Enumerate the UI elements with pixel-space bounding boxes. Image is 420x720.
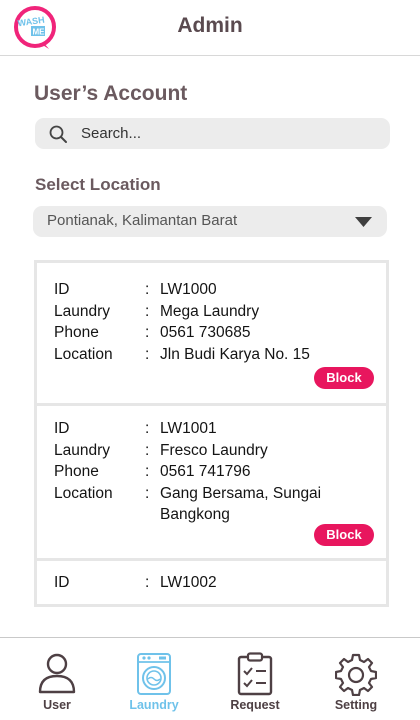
laundry-name: Fresco Laundry <box>160 441 268 459</box>
account-location-row: Location : Jln Budi Karya No. 15 <box>54 344 386 366</box>
phone-label: Phone <box>54 463 99 480</box>
search-input[interactable] <box>81 118 371 149</box>
colon-separator: : <box>145 345 150 363</box>
laundry-label: Laundry <box>54 441 111 459</box>
location-dropdown[interactable]: Pontianak, Kalimantan Barat <box>33 206 387 237</box>
app-header: WASH ME Admin <box>0 0 420 56</box>
chevron-down-icon <box>355 217 372 227</box>
account-location-row: Location : Gang Bersama, Sungai Bangkong <box>54 483 386 526</box>
search-icon <box>49 125 67 143</box>
location-label: Location <box>54 345 113 363</box>
colon-separator: : <box>145 441 150 459</box>
location-selected-value: Pontianak, Kalimantan Barat <box>47 212 238 229</box>
account-laundry-row: Laundry : Fresco Laundry <box>54 440 386 462</box>
account-card: ID : LW1002 <box>37 561 386 594</box>
nav-label-request: Request <box>230 698 280 712</box>
washing-machine-icon <box>137 653 171 695</box>
colon-separator: : <box>145 420 150 437</box>
block-button[interactable]: Block <box>314 524 374 546</box>
laundry-address: Gang Bersama, Sungai Bangkong <box>160 484 322 524</box>
gear-icon <box>335 653 377 696</box>
account-id: LW1002 <box>160 574 217 591</box>
account-id-row: ID : LW1002 <box>54 572 386 594</box>
phone-label: Phone <box>54 324 99 341</box>
bottom-nav: User Laundry Request Setting <box>0 637 420 720</box>
account-id-row: ID : LW1001 <box>54 418 386 440</box>
select-location-label: Select Location <box>35 175 161 194</box>
colon-separator: : <box>145 463 150 480</box>
phone-number: 0561 741796 <box>160 463 251 480</box>
id-label: ID <box>54 574 70 591</box>
account-phone-row: Phone : 0561 730685 <box>54 322 386 344</box>
phone-number: 0561 730685 <box>160 324 251 341</box>
colon-separator: : <box>145 484 150 502</box>
nav-label-laundry: Laundry <box>129 698 179 712</box>
nav-label-setting: Setting <box>334 698 378 712</box>
block-button[interactable]: Block <box>314 367 374 389</box>
id-label: ID <box>54 420 70 437</box>
colon-separator: : <box>145 574 150 591</box>
colon-separator: : <box>145 281 150 298</box>
app-screen: WASH ME Admin User’s Account Select Loca… <box>0 0 420 720</box>
account-card: ID : LW1001 Laundry : Fresco Laundry Pho… <box>37 406 386 561</box>
account-list[interactable]: ID : LW1000 Laundry : Mega Laundry Phone… <box>34 260 389 607</box>
account-id: LW1001 <box>160 420 217 437</box>
search-bar[interactable] <box>35 118 390 149</box>
account-card: ID : LW1000 Laundry : Mega Laundry Phone… <box>37 263 386 406</box>
laundry-label: Laundry <box>54 302 111 320</box>
id-label: ID <box>54 281 70 298</box>
nav-label-user: User <box>43 698 71 712</box>
user-icon <box>38 653 76 694</box>
header-title: Admin <box>177 14 243 37</box>
colon-separator: : <box>145 324 150 341</box>
nav-item-request[interactable]: Request <box>215 652 295 712</box>
colon-separator: : <box>145 302 150 320</box>
account-laundry-row: Laundry : Mega Laundry <box>54 301 386 323</box>
location-label: Location <box>54 484 113 502</box>
nav-item-user[interactable]: User <box>17 652 97 712</box>
laundry-address: Jln Budi Karya No. 15 <box>160 345 310 363</box>
account-id: LW1000 <box>160 281 217 298</box>
nav-item-setting[interactable]: Setting <box>316 652 396 712</box>
account-phone-row: Phone : 0561 741796 <box>54 461 386 483</box>
page-title: User’s Account <box>34 82 188 105</box>
account-id-row: ID : LW1000 <box>54 279 386 301</box>
nav-item-laundry[interactable]: Laundry <box>114 652 194 712</box>
clipboard-check-icon <box>237 652 273 696</box>
laundry-name: Mega Laundry <box>160 302 260 320</box>
